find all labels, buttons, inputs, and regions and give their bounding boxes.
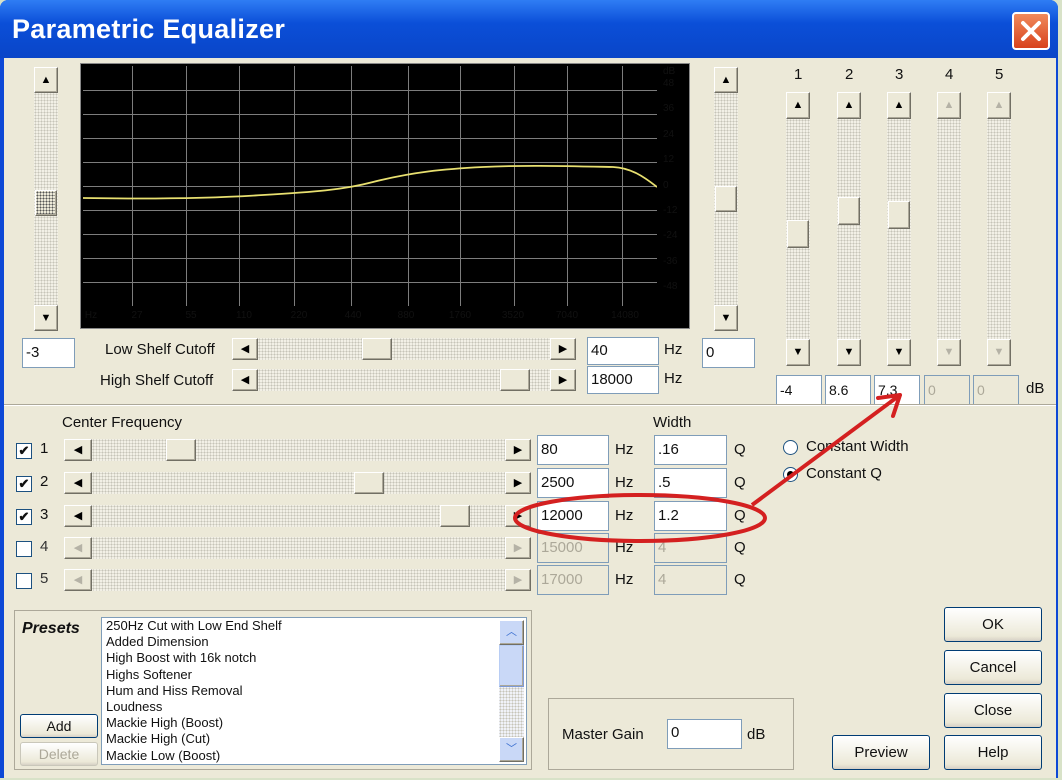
annotation-arrow-line	[750, 393, 902, 507]
annotation-ellipse	[513, 493, 767, 543]
annotation-overlay	[513, 393, 902, 543]
